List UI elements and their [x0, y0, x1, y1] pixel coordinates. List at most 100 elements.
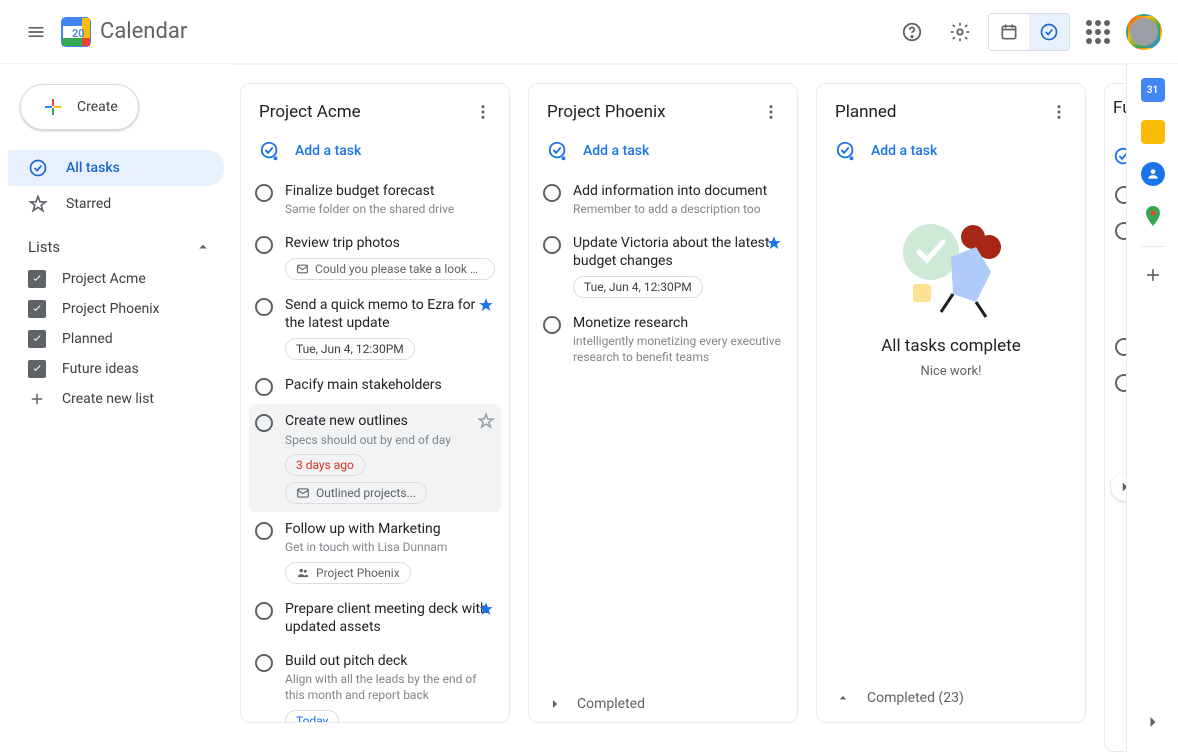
task-complete-circle[interactable]	[255, 602, 273, 620]
sidebar-create-new-list[interactable]: Create new list	[8, 384, 224, 414]
task-item[interactable]: Build out pitch deck Align with all the …	[249, 644, 501, 722]
task-complete-circle[interactable]	[1115, 374, 1126, 392]
task-title: Create new outlines	[285, 412, 495, 430]
rail-maps-icon[interactable]	[1141, 204, 1165, 228]
task-title: Prepare client meeting deck with updated…	[285, 600, 495, 636]
task-chip[interactable]: Today	[285, 710, 339, 722]
task-chip[interactable]: Could you please take a look at t...	[285, 258, 495, 280]
star-icon[interactable]	[477, 600, 495, 618]
list-column: Project Phoenix Add a task Add informati…	[528, 83, 798, 723]
add-task-button[interactable]: Add a task	[529, 130, 797, 174]
task-item[interactable]: Send a quick memo to Ezra for the latest…	[249, 288, 501, 368]
task-item[interactable]: Create new outlines Specs should out by …	[249, 404, 501, 512]
task-title: Monetize research	[573, 314, 783, 332]
task-item[interactable]: Pacify main stakeholders	[249, 368, 501, 404]
checkbox-icon[interactable]	[28, 360, 46, 378]
sidebar-lists-header[interactable]: Lists	[8, 222, 224, 264]
rail-calendar-icon[interactable]: 31	[1141, 78, 1165, 102]
create-button[interactable]: Create	[20, 84, 139, 130]
settings-icon[interactable]	[940, 12, 980, 52]
help-icon[interactable]	[892, 12, 932, 52]
task-title: Finalize budget forecast	[285, 182, 495, 200]
calendar-view-button[interactable]	[989, 14, 1029, 50]
task-subtitle: Get in touch with Lisa Dunnam	[285, 540, 495, 556]
task-list: Add information into document Remember t…	[529, 174, 797, 686]
column-title: Planned	[835, 102, 896, 122]
task-complete-circle[interactable]	[1115, 338, 1126, 356]
column-title: Project Phoenix	[547, 102, 666, 122]
rail-expand-icon[interactable]	[1143, 712, 1163, 732]
column-title: Project Acme	[259, 102, 361, 122]
side-panel: 31	[1126, 64, 1178, 752]
task-item[interactable]: Add information into document Remember t…	[537, 174, 789, 226]
completed-toggle[interactable]: Completed	[529, 686, 797, 722]
task-complete-circle[interactable]	[255, 522, 273, 540]
empty-state: All tasks complete Nice work!	[817, 174, 1085, 407]
task-complete-circle[interactable]	[255, 298, 273, 316]
checkbox-icon[interactable]	[28, 330, 46, 348]
task-title: Update Victoria about the latest budget …	[573, 234, 783, 270]
sidebar-list-item[interactable]: Planned	[8, 324, 224, 354]
task-item[interactable]: Prepare client meeting deck with updated…	[249, 592, 501, 644]
task-item[interactable]: Update Victoria about the latest budget …	[537, 226, 789, 306]
star-icon[interactable]	[765, 234, 783, 252]
apps-grid-icon[interactable]	[1078, 12, 1118, 52]
menu-button[interactable]	[16, 12, 56, 52]
header: 20 Calendar	[0, 0, 1178, 64]
column-menu-icon[interactable]	[1045, 98, 1073, 126]
star-icon[interactable]	[477, 296, 495, 314]
list-column: Project Acme Add a task Finalize budget …	[240, 83, 510, 723]
task-complete-circle[interactable]	[255, 378, 273, 396]
checkbox-icon[interactable]	[28, 300, 46, 318]
sidebar: Create All tasks Starred Lists Project A…	[0, 64, 232, 752]
task-complete-circle[interactable]	[1115, 186, 1126, 204]
task-subtitle: Align with all the leads by the end of t…	[285, 672, 495, 703]
task-complete-circle[interactable]	[543, 236, 561, 254]
checkbox-icon[interactable]	[28, 270, 46, 288]
column-menu-icon[interactable]	[757, 98, 785, 126]
task-item[interactable]: Follow up with Marketing Get in touch wi…	[249, 512, 501, 592]
task-subtitle: Specs should out by end of day	[285, 433, 495, 449]
task-chip[interactable]: 3 days ago	[285, 454, 365, 476]
sidebar-item-all-tasks[interactable]: All tasks	[8, 150, 224, 186]
sidebar-list-item[interactable]: Project Acme	[8, 264, 224, 294]
create-label: Create	[77, 99, 118, 115]
tasks-view-button[interactable]	[1029, 14, 1069, 50]
task-chip[interactable]: Tue, Jun 4, 12:30PM	[573, 276, 703, 298]
add-task-button[interactable]: Add a task	[241, 130, 509, 174]
task-item[interactable]: Review trip photos Could you please take…	[249, 226, 501, 288]
sidebar-list-item[interactable]: Future ideas	[8, 354, 224, 384]
task-chip[interactable]: Outlined projects...	[285, 482, 427, 504]
completed-toggle[interactable]: Completed (23)	[817, 674, 1085, 722]
task-chip[interactable]: Tue, Jun 4, 12:30PM	[285, 338, 415, 360]
add-task-button[interactable]: Add a task	[817, 130, 1085, 174]
task-complete-circle[interactable]	[255, 414, 273, 432]
scroll-right-button[interactable]	[1111, 473, 1126, 501]
column-menu-icon[interactable]	[469, 98, 497, 126]
task-complete-circle[interactable]	[543, 184, 561, 202]
task-complete-circle[interactable]	[255, 184, 273, 202]
task-complete-circle[interactable]	[255, 654, 273, 672]
task-complete-circle[interactable]	[1115, 222, 1126, 240]
task-complete-circle[interactable]	[543, 316, 561, 334]
add-task-icon[interactable]	[1113, 146, 1126, 168]
task-title: Build out pitch deck	[285, 652, 495, 670]
task-title: Send a quick memo to Ezra for the latest…	[285, 296, 495, 332]
sidebar-item-starred[interactable]: Starred	[8, 186, 224, 222]
rail-keep-icon[interactable]	[1141, 120, 1165, 144]
task-subtitle: Same folder on the shared drive	[285, 202, 495, 218]
list-column: Planned Add a task All tasks complete Ni…	[816, 83, 1086, 723]
star-icon[interactable]	[477, 412, 495, 430]
task-chip[interactable]: Project Phoenix	[285, 562, 411, 584]
task-item[interactable]: Finalize budget forecast Same folder on …	[249, 174, 501, 226]
account-avatar[interactable]	[1126, 14, 1162, 50]
task-complete-circle[interactable]	[255, 236, 273, 254]
svg-text:20: 20	[72, 27, 85, 40]
rail-contacts-icon[interactable]	[1141, 162, 1165, 186]
rail-add-icon[interactable]	[1143, 265, 1163, 285]
sidebar-list-item[interactable]: Project Phoenix	[8, 294, 224, 324]
task-title: Pacify main stakeholders	[285, 376, 495, 394]
calendar-logo-icon: 20	[56, 12, 96, 52]
tasks-board: Project Acme Add a task Finalize budget …	[232, 64, 1126, 752]
task-item[interactable]: Monetize research intelligently monetizi…	[537, 306, 789, 373]
